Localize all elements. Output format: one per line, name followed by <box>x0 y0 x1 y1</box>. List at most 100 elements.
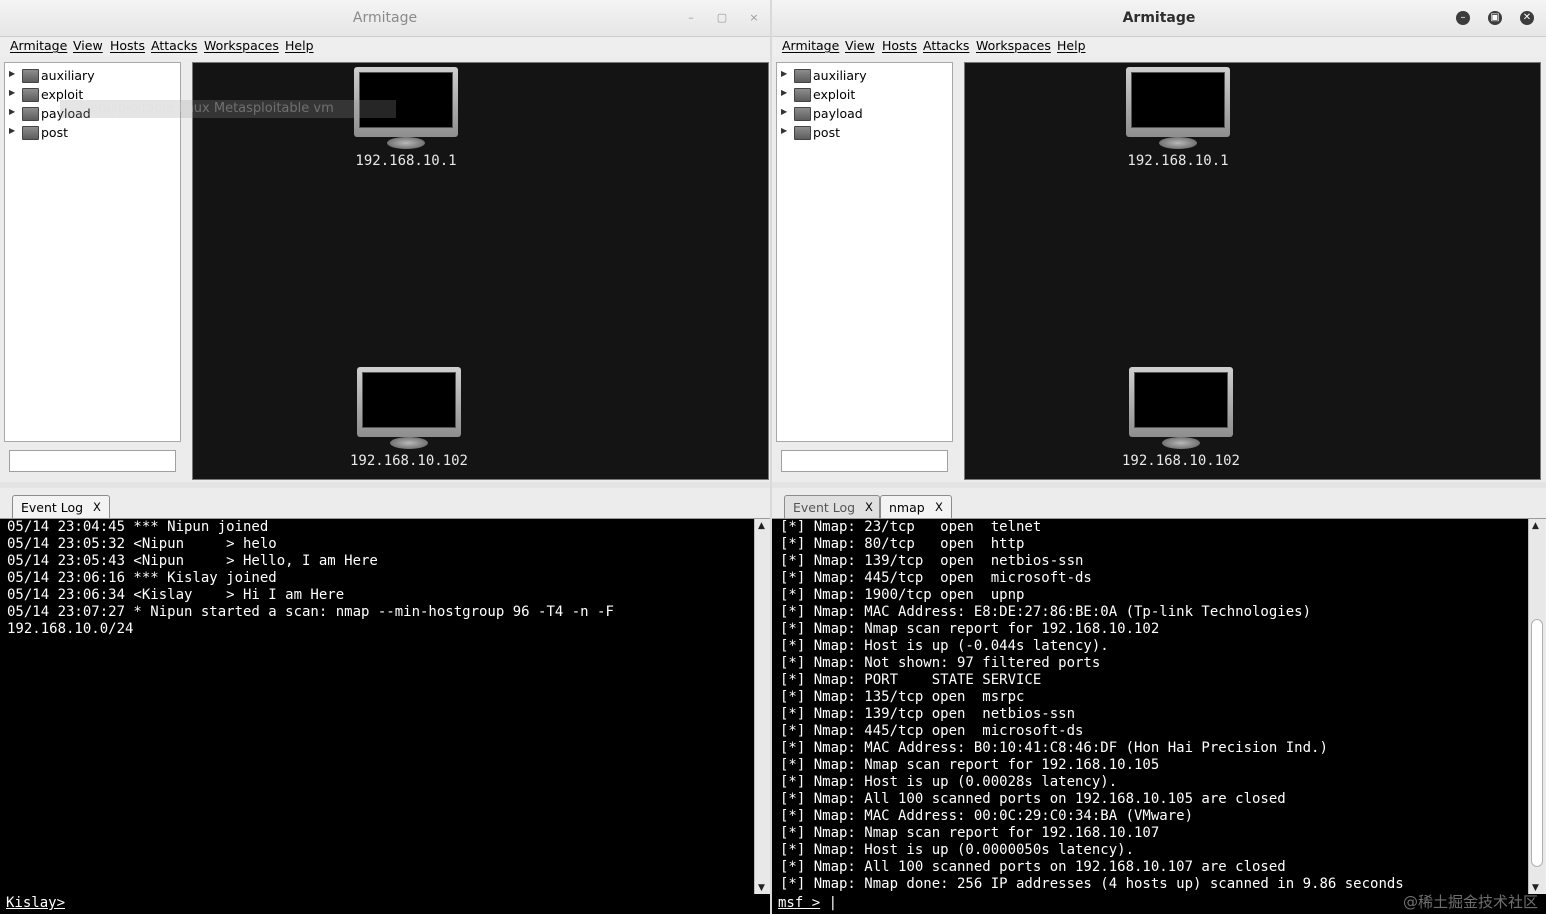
monitor-stand <box>1162 437 1200 449</box>
folder-icon <box>794 88 811 102</box>
console-line: [*] Nmap: MAC Address: 00:0C:29:C0:34:BA… <box>780 808 1194 824</box>
scrollbar-thumb[interactable] <box>1531 619 1543 867</box>
expand-arrow-icon[interactable]: ▶ <box>9 126 15 135</box>
close-button[interactable]: ✕ <box>1520 11 1534 25</box>
tab-label: Event Log <box>21 500 84 515</box>
scroll-down-icon[interactable]: ▼ <box>758 883 765 893</box>
tab-label: Event Log <box>793 500 856 515</box>
event-log-console[interactable]: 05/14 23:04:45 *** Nipun joined 05/14 23… <box>0 519 754 894</box>
folder-icon <box>794 126 811 140</box>
menu-attacks[interactable]: Attacks <box>923 38 969 53</box>
menu-attacks[interactable]: Attacks <box>151 38 197 53</box>
console-line: [*] Nmap: Nmap scan report for 192.168.1… <box>780 757 1160 773</box>
tab-nmap[interactable]: nmap X <box>880 495 952 518</box>
expand-arrow-icon[interactable]: ▶ <box>9 88 15 97</box>
tab-event-log[interactable]: Event Log X <box>12 495 110 518</box>
console-line: [*] Nmap: MAC Address: B0:10:41:C8:46:DF… <box>780 740 1328 756</box>
menu-bar: Armitage View Hosts Attacks Workspaces H… <box>772 37 1546 57</box>
menu-armitage[interactable]: Armitage <box>10 38 67 53</box>
expand-arrow-icon[interactable]: ▶ <box>9 69 15 78</box>
console-line: [*] Nmap: Host is up (-0.044s latency). <box>780 638 1109 654</box>
console-line: [*] Nmap: 139/tcp open netbios-ssn <box>780 706 1076 722</box>
console-line: 05/14 23:06:34 <Kislay > Hi I am Here <box>7 587 345 603</box>
host-node[interactable]: 192.168.10.1 <box>1108 67 1248 169</box>
menu-hosts[interactable]: Hosts <box>110 38 145 53</box>
host-ip-label: 192.168.10.102 <box>1121 453 1240 469</box>
tree-item-label: post <box>813 125 840 140</box>
console-line: [*] Nmap: All 100 scanned ports on 192.1… <box>780 791 1286 807</box>
console-line: [*] Nmap: 80/tcp open http <box>780 536 1025 552</box>
console-line: [*] Nmap: MAC Address: E8:DE:27:86:BE:0A… <box>780 604 1312 620</box>
console-line: [*] Nmap: Nmap scan report for 192.168.1… <box>780 621 1160 637</box>
host-node[interactable]: 192.168.10.102 <box>339 367 479 469</box>
tree-item-label: post <box>41 125 68 140</box>
menu-help[interactable]: Help <box>1057 38 1086 53</box>
prompt-label: Kislay> <box>6 895 66 911</box>
monitor-icon <box>1129 367 1233 437</box>
folder-icon <box>22 69 39 83</box>
module-search-input[interactable] <box>9 450 176 472</box>
console-line: [*] Nmap: 23/tcp open telnet <box>780 519 1042 535</box>
tab-close-icon[interactable]: X <box>93 500 101 514</box>
folder-icon <box>22 107 39 121</box>
expand-arrow-icon[interactable]: ▶ <box>781 88 787 97</box>
module-tree[interactable]: ▶ auxiliary ▶ exploit ▶ payload ▶ post <box>4 62 181 442</box>
split-divider[interactable] <box>0 482 770 488</box>
console-scrollbar[interactable]: ▲ ▼ <box>1528 519 1545 895</box>
tab-event-log[interactable]: Event Log X <box>784 495 880 518</box>
tab-strip: Event Log X <box>0 492 770 519</box>
nmap-console[interactable]: [*] Nmap: 23/tcp open telnet [*] Nmap: 8… <box>772 519 1528 894</box>
target-graph[interactable]: 192.168.10.1 192.168.10.102 <box>964 62 1541 480</box>
scroll-up-icon[interactable]: ▲ <box>1532 521 1539 531</box>
tab-label: nmap <box>889 500 925 515</box>
console-line: 05/14 23:07:27 * Nipun started a scan: n… <box>7 604 614 620</box>
minimize-button[interactable]: – <box>1456 11 1470 25</box>
tree-item-label: auxiliary <box>41 68 95 83</box>
menu-hosts[interactable]: Hosts <box>882 38 917 53</box>
host-ip-label: 192.168.10.1 <box>1127 153 1229 169</box>
console-line: [*] Nmap: 445/tcp open microsoft-ds <box>780 570 1092 586</box>
menu-workspaces[interactable]: Workspaces <box>204 38 279 53</box>
console-scrollbar[interactable]: ▲ ▼ <box>754 519 770 895</box>
console-line: [*] Nmap: 445/tcp open microsoft-ds <box>780 723 1084 739</box>
close-button[interactable]: × <box>747 11 761 25</box>
expand-arrow-icon[interactable]: ▶ <box>781 69 787 78</box>
console-prompt[interactable]: Kislay> <box>0 894 770 914</box>
console-line: 05/14 23:06:16 *** Kislay joined <box>7 570 277 586</box>
module-tree[interactable]: ▶ auxiliary ▶ exploit ▶ payload ▶ post <box>776 62 953 442</box>
console-line: [*] Nmap: PORT STATE SERVICE <box>780 672 1042 688</box>
host-node[interactable]: 192.168.10.102 <box>1111 367 1251 469</box>
module-search-input[interactable] <box>781 450 948 472</box>
tab-close-icon[interactable]: X <box>935 500 943 514</box>
folder-icon <box>22 88 39 102</box>
expand-arrow-icon[interactable]: ▶ <box>781 107 787 116</box>
host-node[interactable]: 192.168.10.1 <box>336 67 476 169</box>
target-graph[interactable]: 192.168.10.1 192.168.10.102 <box>192 62 769 480</box>
console-line: [*] Nmap: Host is up (0.00028s latency). <box>780 774 1118 790</box>
menu-bar: Armitage View Hosts Attacks Workspaces H… <box>0 37 770 57</box>
split-divider[interactable] <box>772 482 1546 488</box>
menu-armitage[interactable]: Armitage <box>782 38 839 53</box>
menu-view[interactable]: View <box>73 38 103 53</box>
menu-workspaces[interactable]: Workspaces <box>976 38 1051 53</box>
window-title: Armitage <box>352 10 418 26</box>
console-line: 05/14 23:05:32 <Nipun > helo <box>7 536 277 552</box>
console-line: [*] Nmap: All 100 scanned ports on 192.1… <box>780 859 1286 875</box>
expand-arrow-icon[interactable]: ▶ <box>9 107 15 116</box>
tab-close-icon[interactable]: X <box>865 500 873 514</box>
menu-help[interactable]: Help <box>285 38 314 53</box>
maximize-button[interactable]: ▣ <box>1488 11 1502 25</box>
title-bar: Armitage – ▢ × <box>0 0 770 37</box>
console-line: 05/14 23:04:45 *** Nipun joined <box>7 519 269 535</box>
scroll-up-icon[interactable]: ▲ <box>758 521 765 531</box>
folder-icon <box>794 107 811 121</box>
menu-view[interactable]: View <box>845 38 875 53</box>
prompt-label: msf > <box>778 895 821 911</box>
armitage-window-right: Armitage – ▣ ✕ Armitage View Hosts Attac… <box>772 0 1546 914</box>
minimize-button[interactable]: – <box>684 11 698 25</box>
console-line: [*] Nmap: 135/tcp open msrpc <box>780 689 1025 705</box>
maximize-button[interactable]: ▢ <box>715 11 729 25</box>
monitor-icon <box>357 367 461 437</box>
expand-arrow-icon[interactable]: ▶ <box>781 126 787 135</box>
tree-item-label: auxiliary <box>813 68 867 83</box>
